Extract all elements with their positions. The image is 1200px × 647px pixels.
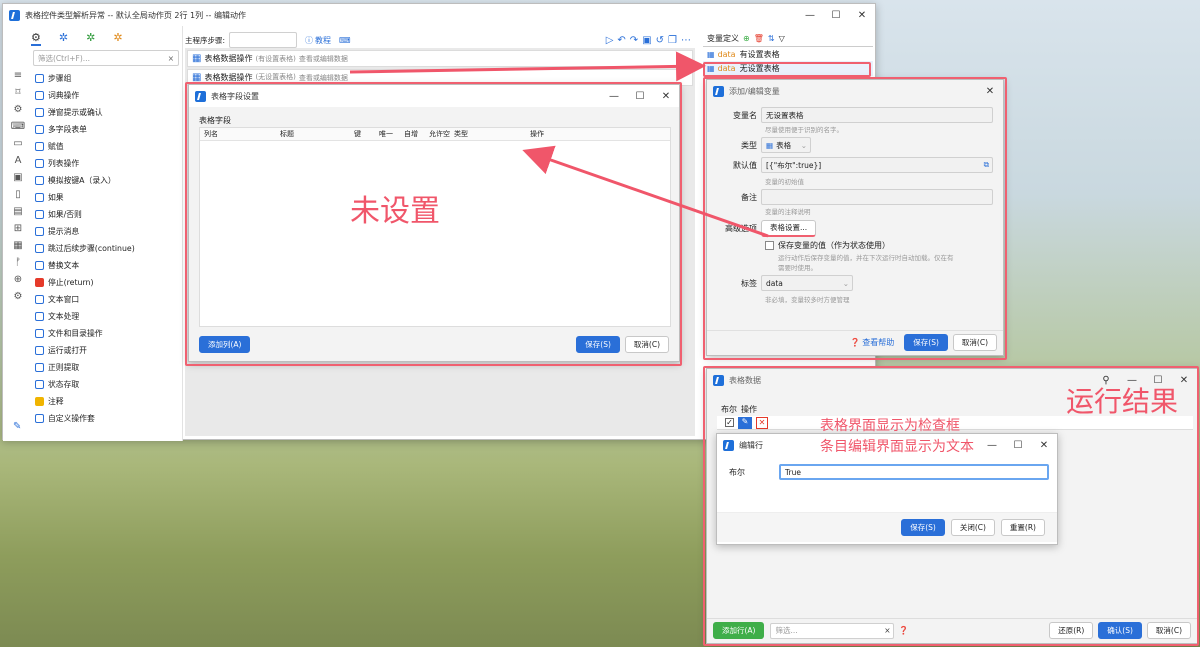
arrows-overlay [349,51,769,238]
arrow-to-var [349,51,706,82]
arrow-to-field-dialog [522,145,769,238]
